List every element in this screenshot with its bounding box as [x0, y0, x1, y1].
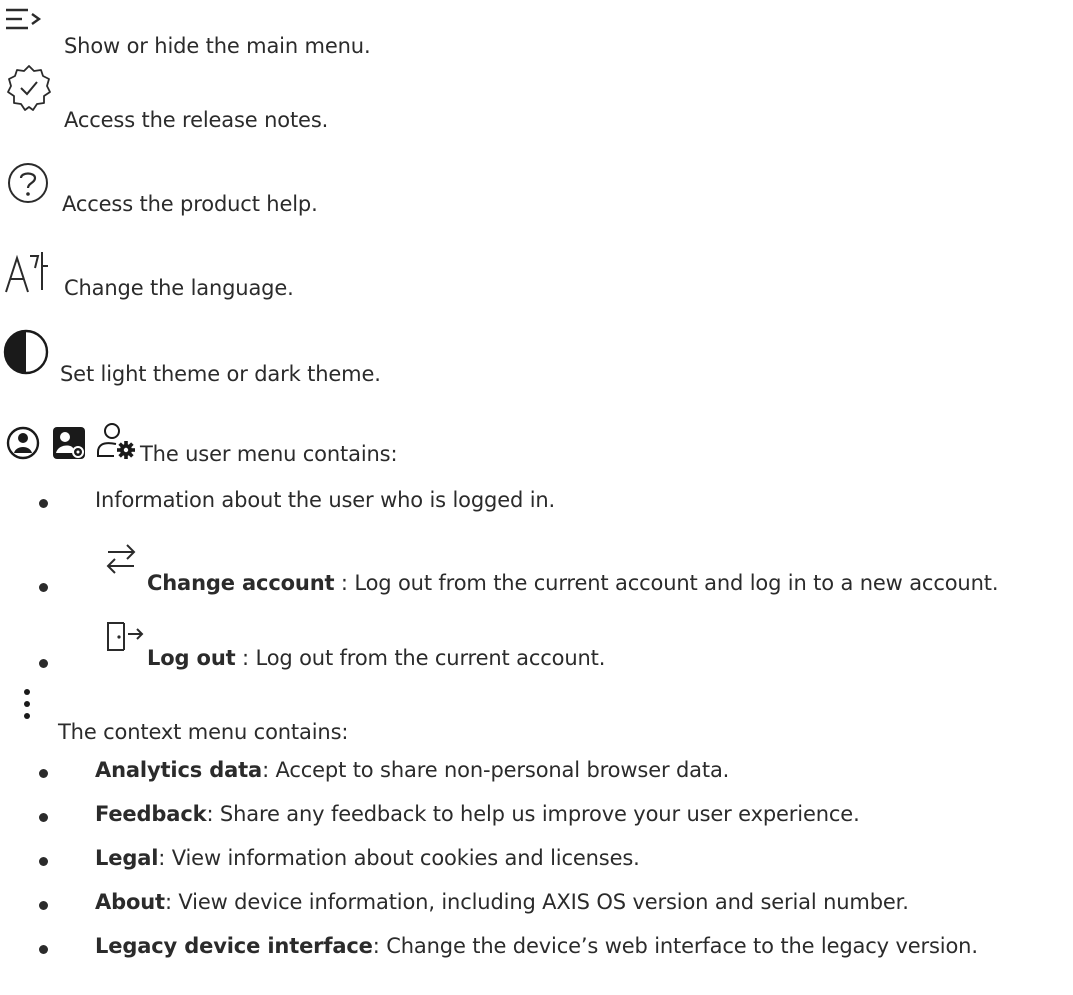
- list-item: Legal: View information about cookies an…: [0, 846, 1073, 880]
- bullet: [39, 813, 48, 822]
- context-menu-text: The context menu contains:: [58, 720, 349, 744]
- user-info-text: Information about the user who is logged…: [95, 488, 556, 512]
- bullet: [39, 901, 48, 910]
- log-out-text: : Log out from the current account.: [235, 646, 606, 670]
- feedback-text: : Share any feedback to help us improve …: [206, 802, 860, 826]
- product-help-row: Access the product help.: [0, 163, 318, 216]
- release-notes-row: Access the release notes.: [0, 65, 329, 132]
- main-menu-row: Show or hide the main menu.: [0, 2, 371, 58]
- list-item: Feedback: Share any feedback to help us …: [0, 802, 1073, 836]
- legal-label: Legal: [95, 846, 159, 870]
- more-vertical-icon: [22, 688, 32, 720]
- release-notes-text: Access the release notes.: [64, 108, 329, 132]
- legacy-interface-label: Legacy device interface: [95, 934, 373, 958]
- analytics-label: Analytics data: [95, 758, 263, 782]
- bullet: [39, 857, 48, 866]
- user-settings-filled-icon: [52, 426, 86, 460]
- change-account-label: Change account: [147, 571, 335, 595]
- analytics-text: : Accept to share non-personal browser d…: [262, 758, 730, 782]
- user-menu-row: The user menu contains:: [0, 412, 398, 468]
- about-label: About: [95, 890, 165, 914]
- release-notes-icon: [4, 64, 54, 112]
- log-out-icon: [106, 620, 146, 654]
- list-item: Log out : Log out from the current accou…: [0, 620, 1073, 676]
- main-menu-text: Show or hide the main menu.: [64, 34, 371, 58]
- bullet: [39, 499, 48, 508]
- change-account-text: : Log out from the current account and l…: [334, 571, 999, 595]
- list-item: Analytics data: Accept to share non-pers…: [0, 758, 1073, 792]
- bullet: [39, 659, 48, 668]
- theme-row: Set light theme or dark theme.: [0, 328, 381, 386]
- language-text: Change the language.: [64, 276, 294, 300]
- user-settings-outline-icon: [96, 422, 136, 460]
- user-circle-icon: [6, 426, 40, 460]
- legacy-interface-text: : Change the device’s web interface to t…: [372, 934, 978, 958]
- about-text: : View device information, including AXI…: [164, 890, 909, 914]
- bullet: [39, 583, 48, 592]
- bullet: [39, 945, 48, 954]
- list-item: Change account : Log out from the curren…: [0, 542, 1073, 606]
- list-item: About: View device information, includin…: [0, 890, 1073, 924]
- product-help-text: Access the product help.: [62, 192, 318, 216]
- theme-text: Set light theme or dark theme.: [60, 362, 381, 386]
- context-menu-row: The context menu contains:: [0, 688, 348, 744]
- bullet: [39, 769, 48, 778]
- theme-icon: [2, 328, 50, 376]
- help-icon: [6, 162, 50, 204]
- change-account-icon: [104, 542, 138, 576]
- list-item: Legacy device interface: Change the devi…: [0, 934, 1073, 968]
- language-row: Change the language.: [0, 250, 294, 300]
- log-out-label: Log out: [147, 646, 236, 670]
- legal-text: : View information about cookies and lic…: [158, 846, 640, 870]
- main-menu-icon: [4, 6, 46, 32]
- feedback-label: Feedback: [95, 802, 207, 826]
- language-icon: [4, 250, 52, 294]
- list-item: Information about the user who is logged…: [0, 488, 1073, 522]
- user-menu-text: The user menu contains:: [140, 442, 398, 466]
